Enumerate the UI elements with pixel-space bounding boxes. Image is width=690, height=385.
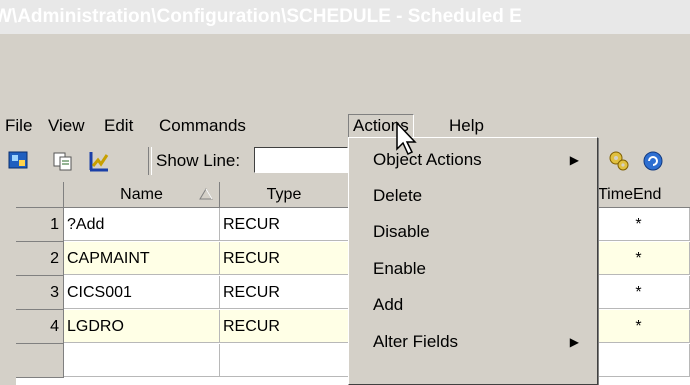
cell-type[interactable]: RECUR <box>220 242 349 275</box>
menu-commands[interactable]: Commands <box>159 115 246 137</box>
row-number: 2 <box>16 242 64 276</box>
column-header-timeend[interactable]: TimeEnd <box>588 182 690 208</box>
menu-item-alter-fields[interactable]: Alter Fields ▶ <box>349 324 597 360</box>
cell-name[interactable]: CAPMAINT <box>64 242 220 275</box>
actions-menu: Object Actions ▶ Delete Disable Enable A… <box>348 137 598 385</box>
cell-type[interactable]: RECUR <box>220 310 349 343</box>
show-line-label: Show Line: <box>156 151 241 170</box>
menu-help[interactable]: Help <box>449 115 484 137</box>
row-number-header <box>16 182 64 208</box>
column-header-name-label: Name <box>120 186 163 203</box>
toolbar-separator <box>148 147 152 175</box>
gears-icon[interactable] <box>608 150 630 172</box>
menu-item-enable[interactable]: Enable <box>349 251 597 287</box>
menu-edit[interactable]: Edit <box>104 115 133 137</box>
menu-bar: File View Edit Commands Actions Help <box>0 111 690 139</box>
column-header-name[interactable]: Name <box>64 182 220 208</box>
tools-icon[interactable] <box>8 150 30 172</box>
submenu-arrow-icon: ▶ <box>569 335 579 349</box>
submenu-arrow-icon: ▶ <box>569 153 579 167</box>
copy-icon[interactable] <box>52 150 74 172</box>
cell-timeend[interactable]: * <box>588 276 690 309</box>
cell-type[interactable] <box>220 344 349 377</box>
refresh-icon[interactable] <box>642 150 664 172</box>
show-line-input[interactable] <box>254 147 348 173</box>
menu-view[interactable]: View <box>48 115 85 137</box>
window-title-bar: W\Administration\Configuration\SCHEDULE … <box>0 0 690 34</box>
cell-name[interactable] <box>64 344 220 377</box>
menu-item-disable[interactable]: Disable <box>349 214 597 250</box>
mouse-pointer-icon <box>396 121 417 156</box>
menu-item-delete[interactable]: Delete <box>349 178 597 214</box>
toolbar-area-blank <box>0 34 690 106</box>
row-number: 1 <box>16 208 64 242</box>
window-title: W\Administration\Configuration\SCHEDULE … <box>0 6 522 27</box>
cell-timeend[interactable]: * <box>588 208 690 241</box>
sort-ascending-icon <box>199 188 213 200</box>
cell-timeend[interactable]: * <box>588 242 690 275</box>
cell-timeend[interactable]: * <box>588 310 690 343</box>
column-header-timeend-label: TimeEnd <box>598 186 662 203</box>
menu-file[interactable]: File <box>5 115 32 137</box>
cell-type[interactable]: RECUR <box>220 208 349 241</box>
menu-item-add[interactable]: Add <box>349 287 597 323</box>
cell-timeend[interactable] <box>588 344 690 377</box>
cell-name[interactable]: ?Add <box>64 208 220 241</box>
row-number: 3 <box>16 276 64 310</box>
column-header-type[interactable]: Type <box>220 182 349 208</box>
row-number: 4 <box>16 310 64 344</box>
cell-name[interactable]: LGDRO <box>64 310 220 343</box>
cell-name[interactable]: CICS001 <box>64 276 220 309</box>
row-number <box>16 344 64 378</box>
chart-icon[interactable] <box>88 150 110 172</box>
cell-type[interactable]: RECUR <box>220 276 349 309</box>
menu-item-object-actions[interactable]: Object Actions ▶ <box>349 142 597 178</box>
